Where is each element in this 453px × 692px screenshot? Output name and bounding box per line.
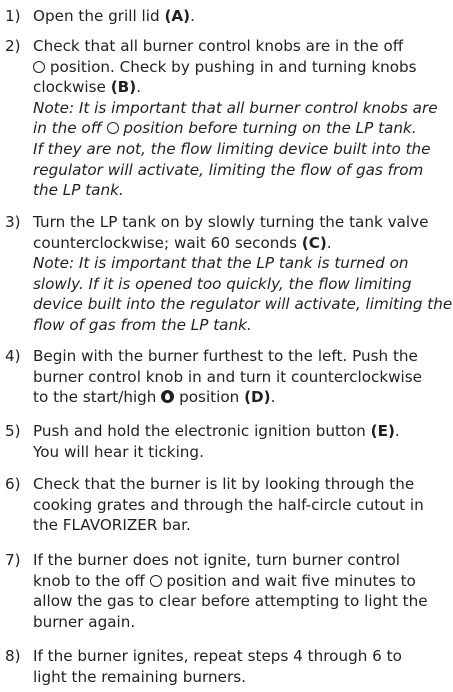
text-segment: Open the grill lid <box>33 7 165 25</box>
start-high-flame-icon <box>161 390 175 404</box>
step-text: Begin with the burner furthest to the le… <box>33 346 451 408</box>
text-line: Begin with the burner furthest to the le… <box>33 346 451 367</box>
text-line: Check that the burner is lit by looking … <box>33 474 451 495</box>
step-number: 7) <box>5 551 21 569</box>
off-position-icon <box>149 574 162 587</box>
step-number: 1) <box>5 7 21 25</box>
note-line: in the off position before turning on th… <box>33 118 451 139</box>
text-segment: slowly. If it is opened too quickly, the… <box>33 274 412 293</box>
text-segment: . <box>326 233 332 252</box>
off-position-icon <box>106 122 119 135</box>
text-segment: Note: It is important that all burner co… <box>33 98 438 117</box>
note-line: regulator will activate, limiting the fl… <box>33 160 451 181</box>
step-number: 2) <box>5 37 21 55</box>
text-segment: allow the gas to clear before attempting… <box>33 592 428 611</box>
text-segment: If they are not, the flow limiting devic… <box>33 139 431 158</box>
note-line: flow of gas from the LP tank. <box>33 315 451 336</box>
note-line: Note: It is important that the LP tank i… <box>33 253 451 274</box>
text-line: light the remaining burners. <box>33 667 451 688</box>
step-number: 8) <box>5 647 21 665</box>
text-line: allow the gas to clear before attempting… <box>33 591 451 612</box>
text-line: knob to the off position and wait five m… <box>33 571 451 592</box>
step-text: Push and hold the electronic ignition bu… <box>33 421 451 462</box>
text-segment: burner again. <box>33 612 136 631</box>
step-text: Open the grill lid (A). <box>33 6 451 27</box>
text-segment: the LP tank. <box>33 181 124 200</box>
note-line: slowly. If it is opened too quickly, the… <box>33 274 451 295</box>
text-segment: position. Check by pushing in and turnin… <box>45 57 417 76</box>
step-number: 3) <box>5 213 21 231</box>
text-segment: position <box>174 388 245 407</box>
step-text: If the burner ignites, repeat steps 4 th… <box>33 646 451 687</box>
note-line: the LP tank. <box>33 180 451 201</box>
figure-reference: (D) <box>244 388 271 407</box>
text-segment: device built into the regulator will act… <box>33 295 453 314</box>
text-segment: regulator will activate, limiting the fl… <box>33 160 424 179</box>
text-segment: to the start/high <box>33 388 162 407</box>
text-segment: . <box>270 388 276 407</box>
text-segment: . <box>136 78 142 97</box>
step-text: Turn the LP tank on by slowly turning th… <box>33 212 453 336</box>
text-line: Open the grill lid (A). <box>33 6 451 27</box>
text-segment: If the burner ignites, repeat steps 4 th… <box>33 647 402 665</box>
text-line: Check that all burner control knobs are … <box>33 36 451 57</box>
text-segment: clockwise <box>33 78 111 97</box>
figure-reference: (A) <box>164 7 191 25</box>
text-line: to the start/high position (D). <box>33 387 451 408</box>
figure-reference: (C) <box>301 233 327 252</box>
text-line: counterclockwise; wait 60 seconds (C). <box>33 233 451 254</box>
text-line: burner control knob in and turn it count… <box>33 367 451 388</box>
step-text: Check that the burner is lit by looking … <box>33 474 451 536</box>
text-segment: Turn the LP tank on by slowly turning th… <box>33 213 429 231</box>
text-segment: burner control knob in and turn it count… <box>33 367 423 386</box>
off-position-icon <box>33 60 45 73</box>
text-segment: the FLAVORIZER bar. <box>33 516 191 535</box>
text-segment: Push and hold the electronic ignition bu… <box>33 422 371 440</box>
instruction-document: 1) Open the grill lid (A). 2) Check that… <box>0 0 453 692</box>
text-line: cooking grates and through the half-circ… <box>33 495 451 516</box>
text-line: burner again. <box>33 612 451 633</box>
text-segment: Begin with the burner furthest to the le… <box>33 347 418 365</box>
text-segment: Check that all burner control knobs are … <box>33 37 404 55</box>
text-segment: light the remaining burners. <box>33 667 246 686</box>
text-segment: Check that the burner is lit by looking … <box>33 475 415 493</box>
text-segment: position and wait five minutes to <box>161 571 416 590</box>
step-number: 6) <box>5 475 21 493</box>
text-line: If the burner does not ignite, turn burn… <box>33 550 451 571</box>
step-text: If the burner does not ignite, turn burn… <box>33 550 451 632</box>
text-segment: counterclockwise; wait 60 seconds <box>33 233 302 252</box>
note-line: device built into the regulator will act… <box>33 294 453 315</box>
text-line: Push and hold the electronic ignition bu… <box>33 421 451 442</box>
text-segment: cooking grates and through the half-circ… <box>33 495 424 514</box>
text-segment: flow of gas from the LP tank. <box>33 315 252 334</box>
text-segment: position before turning on the LP tank. <box>118 119 417 138</box>
text-segment: . <box>190 7 195 25</box>
text-segment: If the burner does not ignite, turn burn… <box>33 551 401 569</box>
text-line: position. Check by pushing in and turnin… <box>33 57 451 78</box>
text-line: If the burner ignites, repeat steps 4 th… <box>33 646 451 667</box>
figure-reference: (B) <box>110 78 137 97</box>
text-line: Turn the LP tank on by slowly turning th… <box>33 212 451 233</box>
text-segment: You will hear it ticking. <box>33 442 204 461</box>
text-segment: . <box>394 422 400 440</box>
note-line: If they are not, the flow limiting devic… <box>33 139 451 160</box>
text-segment: in the off <box>33 119 107 138</box>
step-text: Check that all burner control knobs are … <box>33 36 451 201</box>
figure-reference: (E) <box>370 422 395 440</box>
step-number: 5) <box>5 422 21 440</box>
text-line: clockwise (B). <box>33 77 451 98</box>
note-line: Note: It is important that all burner co… <box>33 98 451 119</box>
text-segment: knob to the off <box>33 571 150 590</box>
step-number: 4) <box>5 347 21 365</box>
text-line: You will hear it ticking. <box>33 442 451 463</box>
text-segment: Note: It is important that the LP tank i… <box>33 254 409 273</box>
text-line: the FLAVORIZER bar. <box>33 515 451 536</box>
